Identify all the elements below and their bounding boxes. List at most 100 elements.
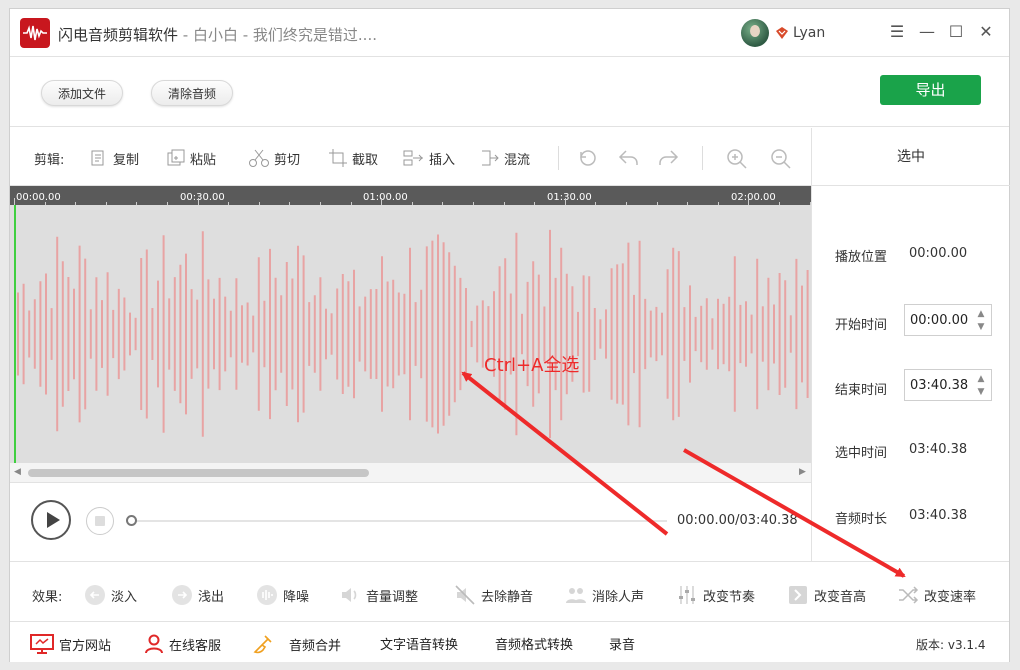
insert-button[interactable]: 插入 (403, 148, 455, 168)
menu-icon[interactable]: ☰ (887, 22, 907, 42)
timeline-tick (381, 198, 383, 205)
change-tempo-button[interactable]: 改变节奏 (676, 584, 755, 606)
tick-label: 00:30.00 (180, 192, 225, 203)
export-button[interactable]: 导出 (880, 75, 981, 105)
progress-track[interactable] (132, 520, 667, 522)
maximize-icon[interactable]: ☐ (946, 22, 966, 42)
user-support-icon (145, 634, 163, 654)
fade-out-button[interactable]: 浅出 (171, 584, 224, 606)
tick-label: 02:00.00 (731, 192, 776, 203)
website-link[interactable]: 官方网站 (30, 634, 111, 654)
zoom-in-icon[interactable] (726, 148, 748, 170)
timeline-tick (14, 198, 15, 205)
waveform-scrollbar[interactable]: ◀ ▶ (10, 463, 811, 483)
avatar[interactable] (741, 19, 769, 47)
scissors-icon (249, 149, 269, 167)
remove-vocals-button[interactable]: 消除人声 (565, 584, 644, 606)
selection-panel: 选中 播放位置 00:00.00 开始时间 00:00.00 ▲ ▼ 结束时间 … (811, 128, 1010, 561)
change-speed-button[interactable]: 改变速率 (897, 584, 976, 606)
app-window: 闪电音频剪辑软件 - 白小白 - 我们终究是错过.... Lyan ☰ — ☐ … (9, 8, 1010, 662)
merge-link[interactable]: 音频合并 (252, 634, 341, 654)
waveform-area[interactable] (10, 205, 811, 463)
fade-in-label: 淡入 (111, 589, 138, 605)
vip-diamond-icon (776, 27, 788, 39)
effects-label: 效果: (32, 590, 63, 605)
clear-audio-button[interactable]: 清除音频 (151, 80, 234, 106)
start-time-input[interactable]: 00:00.00 ▲ ▼ (904, 304, 992, 336)
sliders-icon (679, 586, 695, 604)
end-time-up-icon[interactable]: ▲ (975, 373, 987, 385)
mix-icon (482, 150, 499, 166)
edit-label: 剪辑: (34, 152, 65, 168)
start-time-down-icon[interactable]: ▼ (975, 321, 987, 333)
stop-button[interactable] (86, 507, 114, 535)
redo-icon[interactable] (657, 148, 679, 168)
copy-button[interactable]: 复制 (89, 148, 139, 168)
scroll-thumb[interactable] (28, 469, 369, 477)
change-pitch-button[interactable]: 改变音高 (787, 584, 866, 606)
mute-icon (455, 585, 475, 605)
tick-label: 01:00.00 (363, 192, 408, 203)
title-bar: 闪电音频剪辑软件 - 白小白 - 我们终究是错过.... Lyan ☰ — ☐ … (10, 9, 1009, 57)
fade-out-label: 浅出 (198, 589, 225, 605)
tts-link[interactable]: 文字语音转换 (380, 634, 458, 653)
paste-label: 粘贴 (190, 152, 217, 168)
tick-label: 01:30.00 (547, 192, 592, 203)
zoom-out-icon[interactable] (770, 148, 792, 170)
start-time-value: 00:00.00 (910, 313, 969, 328)
remove-silence-label: 去除静音 (481, 589, 534, 605)
progress-knob[interactable] (126, 515, 137, 526)
audio-duration-label: 音频时长 (835, 512, 888, 527)
fade-in-button[interactable]: 淡入 (84, 584, 137, 606)
volume-label: 音量调整 (366, 589, 419, 605)
undo-icon[interactable] (618, 148, 640, 168)
support-link[interactable]: 在线客服 (144, 634, 221, 654)
top-toolbar: 添加文件 清除音频 导出 (10, 58, 1009, 127)
add-file-button[interactable]: 添加文件 (41, 80, 124, 106)
play-button[interactable] (31, 500, 71, 540)
monitor-icon (30, 634, 54, 654)
fade-in-icon (85, 585, 105, 605)
window-subtitle: - 白小白 - 我们终究是错过.... (178, 26, 377, 44)
remove-silence-button[interactable]: 去除静音 (454, 584, 533, 606)
record-link[interactable]: 录音 (609, 634, 635, 653)
timeline-ruler[interactable]: 00:00.00 00:30.00 01:00.00 01:30.00 02:0… (10, 186, 811, 205)
scroll-right-icon[interactable]: ▶ (799, 467, 806, 477)
username[interactable]: Lyan (793, 25, 825, 41)
tick-label: 00:00.00 (16, 192, 61, 203)
end-time-label: 结束时间 (835, 383, 888, 398)
toolbar-divider (558, 146, 559, 170)
copy-icon (91, 150, 104, 166)
end-time-down-icon[interactable]: ▼ (975, 386, 987, 398)
reset-icon[interactable] (578, 148, 598, 168)
start-time-label: 开始时间 (835, 318, 888, 333)
end-time-input[interactable]: 03:40.38 ▲ ▼ (904, 369, 992, 401)
cut-button[interactable]: 剪切 (248, 148, 300, 168)
paste-button[interactable]: 粘贴 (166, 148, 216, 168)
start-time-up-icon[interactable]: ▲ (975, 308, 987, 320)
volume-icon (342, 588, 357, 602)
insert-label: 插入 (429, 152, 456, 168)
people-icon (566, 588, 586, 603)
scroll-left-icon[interactable]: ◀ (14, 467, 21, 477)
crop-label: 截取 (352, 152, 379, 168)
player-controls: 00:00.00/03:40.38 (10, 483, 811, 561)
end-time-value: 03:40.38 (910, 378, 969, 393)
playhead[interactable] (14, 205, 16, 463)
volume-button[interactable]: 音量调整 (339, 584, 418, 606)
close-icon[interactable]: ✕ (976, 22, 996, 42)
format-convert-link[interactable]: 音频格式转换 (495, 634, 573, 653)
toolbar-divider (702, 146, 703, 170)
mix-button[interactable]: 混流 (480, 148, 530, 168)
crop-button[interactable]: 截取 (328, 148, 378, 168)
website-label: 官方网站 (59, 638, 112, 654)
remove-vocals-label: 消除人声 (592, 589, 645, 605)
copy-label: 复制 (113, 152, 140, 168)
window-title: 闪电音频剪辑软件 - 白小白 - 我们终究是错过.... (58, 26, 377, 44)
paste-icon (167, 149, 185, 166)
minimize-icon[interactable]: — (917, 22, 937, 42)
time-readout: 00:00.00/03:40.38 (677, 513, 798, 528)
denoise-button[interactable]: 降噪 (256, 584, 309, 606)
edit-toolbar: 剪辑: 复制 粘贴 剪切 截取 插入 混流 (10, 128, 811, 186)
version-label: 版本: v3.1.4 (916, 638, 986, 652)
